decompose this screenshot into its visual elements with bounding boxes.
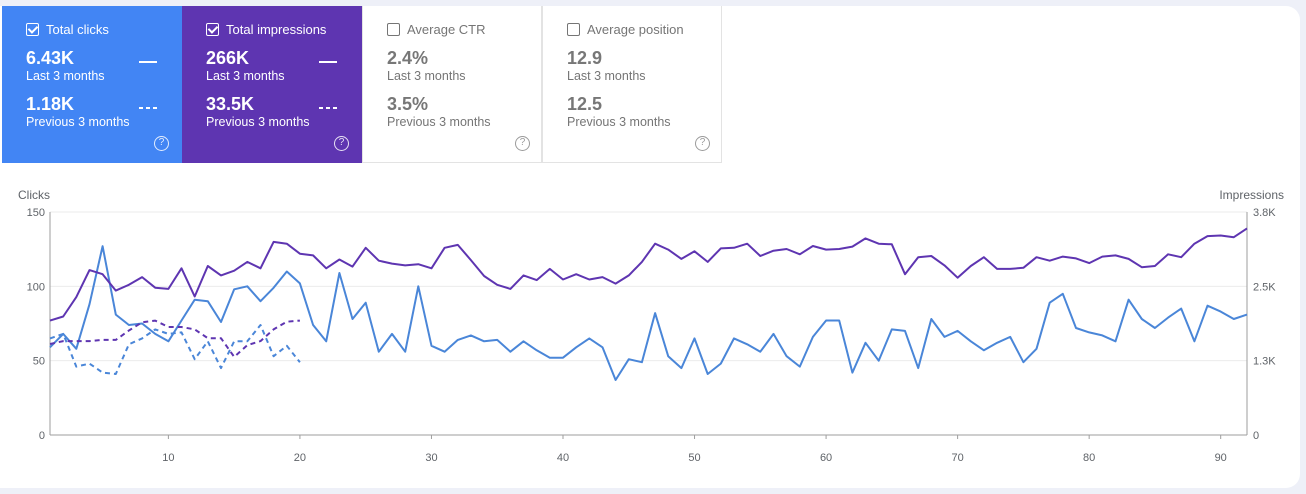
series-line-clicks-current bbox=[49, 245, 1248, 381]
y-left-tick-label: 150 bbox=[27, 207, 45, 219]
x-tick-label: 30 bbox=[425, 452, 437, 464]
y-left-tick-label: 0 bbox=[39, 430, 45, 442]
x-tick-label: 50 bbox=[688, 452, 700, 464]
x-tick-label: 90 bbox=[1215, 452, 1227, 464]
performance-card: Total clicks 6.43K Last 3 months 1.18K P… bbox=[0, 6, 1300, 488]
x-tick-label: 20 bbox=[294, 452, 306, 464]
x-tick-label: 60 bbox=[820, 452, 832, 464]
x-tick-label: 10 bbox=[162, 452, 174, 464]
y-right-tick-label: 3.8K bbox=[1253, 207, 1276, 219]
y-right-tick-label: 1.3K bbox=[1253, 356, 1276, 368]
y-left-tick-label: 50 bbox=[33, 356, 45, 368]
series-line-clicks-previous bbox=[49, 324, 301, 375]
y-right-tick-label: 2.5K bbox=[1253, 281, 1276, 293]
y-right-tick-label: 0 bbox=[1253, 430, 1259, 442]
performance-chart[interactable]: Clicks Impressions 0 0 50 1.3K 100 2.5K 150 3.8… bbox=[0, 6, 1300, 488]
x-tick-label: 40 bbox=[557, 452, 569, 464]
x-tick-label: 70 bbox=[951, 452, 963, 464]
y-left-tick-label: 100 bbox=[27, 281, 45, 293]
left-axis-label: Clicks bbox=[18, 188, 50, 202]
x-tick-label: 80 bbox=[1083, 452, 1095, 464]
series-line-impressions-previous bbox=[49, 319, 300, 358]
right-axis-label: Impressions bbox=[1219, 188, 1284, 202]
